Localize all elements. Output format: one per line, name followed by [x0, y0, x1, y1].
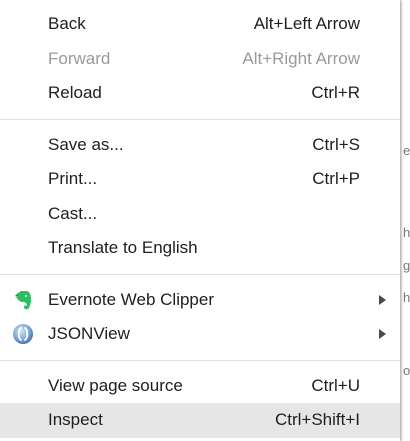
menu-item-label: Save as... [48, 134, 124, 154]
screen: e h g h o Back Alt+Left Arrow Forward Al… [0, 0, 410, 441]
menu-item-shortcut: Ctrl+U [311, 375, 360, 395]
menu-item-view-page-source[interactable]: View page source Ctrl+U [0, 369, 400, 404]
menu-item-label: Cast... [48, 203, 98, 223]
menu-item-label: Translate to English [48, 238, 198, 258]
menu-item-label: View page source [48, 375, 183, 395]
menu-item-label: Back [48, 14, 86, 34]
menu-item-label: Evernote Web Clipper [48, 289, 214, 309]
background-text: o [403, 363, 410, 378]
menu-separator [0, 118, 400, 120]
menu-item-back[interactable]: Back Alt+Left Arrow [0, 7, 400, 42]
menu-separator [0, 273, 400, 275]
submenu-arrow-icon [379, 294, 386, 305]
background-text: e [403, 143, 410, 158]
context-menu: Back Alt+Left Arrow Forward Alt+Right Ar… [0, 0, 400, 441]
background-text: h [403, 290, 410, 305]
menu-item-label: JSONView [48, 324, 130, 344]
menu-item-shortcut: Ctrl+Shift+I [274, 410, 360, 430]
menu-item-reload[interactable]: Reload Ctrl+R [0, 76, 400, 111]
menu-item-evernote-web-clipper[interactable]: Evernote Web Clipper [0, 283, 400, 318]
submenu-arrow-icon [379, 329, 386, 340]
menu-item-shortcut: Alt+Left Arrow [253, 14, 360, 34]
background-text: g [403, 258, 410, 273]
menu-item-label: Inspect [48, 410, 103, 430]
menu-item-inspect[interactable]: Inspect Ctrl+Shift+I [0, 403, 400, 438]
menu-separator [0, 359, 400, 361]
menu-item-shortcut: Alt+Right Arrow [242, 48, 360, 68]
menu-item-jsonview[interactable]: JSONView [0, 317, 400, 352]
menu-item-shortcut: Ctrl+R [311, 83, 360, 103]
menu-item-cast[interactable]: Cast... [0, 197, 400, 232]
menu-item-label: Print... [48, 169, 98, 189]
menu-item-print[interactable]: Print... Ctrl+P [0, 162, 400, 197]
menu-item-label: Forward [48, 48, 111, 68]
menu-item-shortcut: Ctrl+S [312, 134, 360, 154]
menu-item-save-as[interactable]: Save as... Ctrl+S [0, 128, 400, 163]
menu-item-forward: Forward Alt+Right Arrow [0, 42, 400, 77]
menu-item-translate[interactable]: Translate to English [0, 231, 400, 266]
jsonview-icon [13, 324, 33, 345]
evernote-elephant-icon [15, 290, 31, 310]
menu-item-label: Reload [48, 83, 102, 103]
background-text: h [403, 225, 410, 240]
menu-item-shortcut: Ctrl+P [312, 169, 360, 189]
